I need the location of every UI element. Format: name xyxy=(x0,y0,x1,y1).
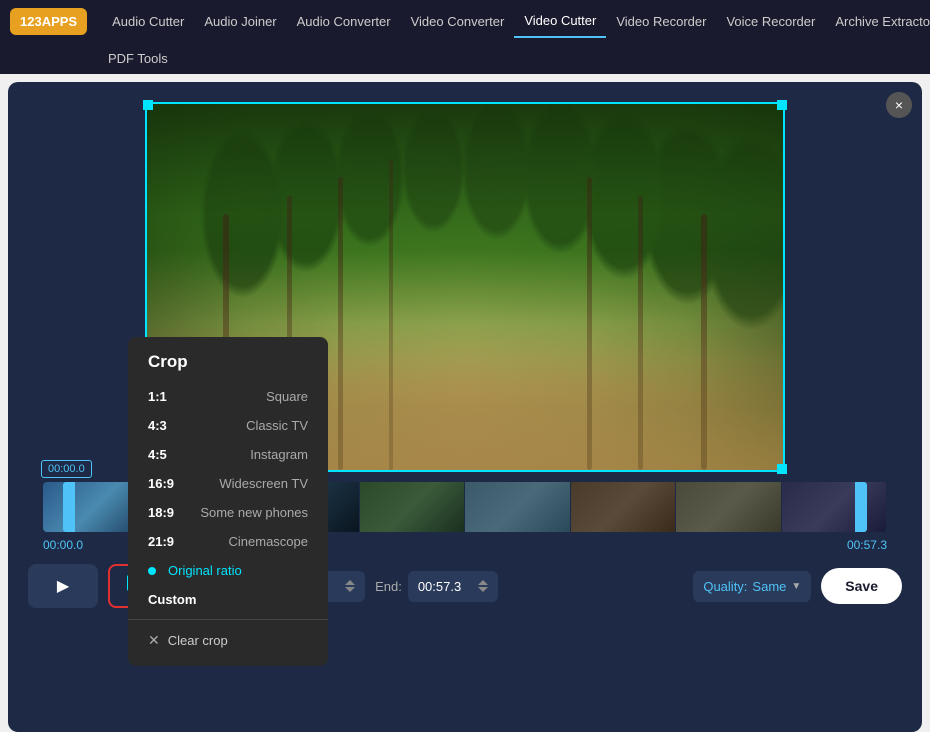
nav-video-cutter[interactable]: Video Cutter xyxy=(514,5,606,38)
crop-desc-square: Square xyxy=(266,389,308,404)
quality-label: Quality: xyxy=(703,579,747,594)
nav-video-converter[interactable]: Video Converter xyxy=(401,6,515,37)
crop-desc-widescreen: Widescreen TV xyxy=(219,476,308,491)
crop-ratio-16-9[interactable]: 16:9 Widescreen TV xyxy=(128,469,328,498)
menu-divider xyxy=(128,619,328,620)
end-time-control: End: 00:57.3 xyxy=(375,571,498,602)
crop-ratio-21-9[interactable]: 21:9 Cinemascope xyxy=(128,527,328,556)
start-decrement[interactable] xyxy=(345,587,355,592)
top-nav: 123APPS Audio Cutter Audio Joiner Audio … xyxy=(0,0,930,74)
quality-chevron-icon: ▼ xyxy=(791,581,801,592)
timeline-handle-right[interactable] xyxy=(855,482,867,532)
nav-audio-cutter[interactable]: Audio Cutter xyxy=(102,6,194,37)
timeline-end-time: 00:57.3 xyxy=(847,538,887,552)
crop-ratio-label-43: 4:3 xyxy=(148,418,167,433)
active-dot xyxy=(148,567,156,575)
end-time-value: 00:57.3 xyxy=(418,579,461,594)
crop-ratio-4-5[interactable]: 4:5 Instagram xyxy=(128,440,328,469)
start-spinners[interactable] xyxy=(345,580,355,592)
end-increment[interactable] xyxy=(478,580,488,585)
end-spinners[interactable] xyxy=(478,580,488,592)
thumb-seg-7 xyxy=(676,482,782,532)
nav-audio-joiner[interactable]: Audio Joiner xyxy=(194,6,286,37)
crop-custom[interactable]: Custom xyxy=(128,585,328,614)
nav-archive-extractor[interactable]: Archive Extractor xyxy=(825,6,930,37)
clear-crop-label: Clear crop xyxy=(168,633,228,648)
timeline-handle-left[interactable] xyxy=(63,482,75,532)
nav-pdf-tools[interactable]: PDF Tools xyxy=(98,43,178,74)
quality-dropdown[interactable]: Quality: Same ▼ xyxy=(693,571,811,602)
thumb-seg-4 xyxy=(360,482,466,532)
crop-ratio-label-45: 4:5 xyxy=(148,447,167,462)
save-button[interactable]: Save xyxy=(821,568,902,604)
crop-ratio-label-169: 16:9 xyxy=(148,476,174,491)
crop-menu: Crop 1:1 Square 4:3 Classic TV 4:5 Insta… xyxy=(128,337,328,666)
crop-ratio-label-219: 21:9 xyxy=(148,534,174,549)
crop-menu-title: Crop xyxy=(128,352,328,382)
thumb-seg-8 xyxy=(782,482,888,532)
crop-desc-classical: Classic TV xyxy=(246,418,308,433)
end-time-input[interactable]: 00:57.3 xyxy=(408,571,498,602)
main-container: × Crop 1:1 Square 4:3 xyxy=(8,82,922,732)
crop-ratio-18-9[interactable]: 18:9 Some new phones xyxy=(128,498,328,527)
quality-value: Same xyxy=(752,579,786,594)
clear-x-icon: ✕ xyxy=(148,632,160,649)
crop-ratio-label: 1:1 xyxy=(148,389,167,404)
current-time-badge: 00:00.0 xyxy=(41,460,92,478)
crop-ratio-label-189: 18:9 xyxy=(148,505,174,520)
play-icon: ▶ xyxy=(57,576,69,596)
play-button[interactable]: ▶ xyxy=(28,564,98,608)
nav-video-recorder[interactable]: Video Recorder xyxy=(606,6,716,37)
crop-ratio-1-1[interactable]: 1:1 Square xyxy=(128,382,328,411)
close-button[interactable]: × xyxy=(886,92,912,118)
nav-voice-recorder[interactable]: Voice Recorder xyxy=(716,6,825,37)
crop-desc-instagram: Instagram xyxy=(250,447,308,462)
end-decrement[interactable] xyxy=(478,587,488,592)
start-increment[interactable] xyxy=(345,580,355,585)
crop-handle-br[interactable] xyxy=(777,464,787,474)
timeline-start-time: 00:00.0 xyxy=(43,538,83,552)
crop-custom-label: Custom xyxy=(148,592,196,607)
crop-ratio-original[interactable]: Original ratio xyxy=(128,556,328,585)
nav-row2: PDF Tools xyxy=(10,43,920,74)
crop-handle-tr[interactable] xyxy=(777,100,787,110)
end-label: End: xyxy=(375,579,402,594)
nav-row1: 123APPS Audio Cutter Audio Joiner Audio … xyxy=(10,0,930,43)
thumb-seg-5 xyxy=(465,482,571,532)
crop-original-label: Original ratio xyxy=(168,563,242,578)
nav-audio-converter[interactable]: Audio Converter xyxy=(287,6,401,37)
crop-handle-tl[interactable] xyxy=(143,100,153,110)
crop-desc-cinema: Cinemascope xyxy=(229,534,309,549)
app-logo[interactable]: 123APPS xyxy=(10,8,87,35)
crop-ratio-4-3[interactable]: 4:3 Classic TV xyxy=(128,411,328,440)
thumb-seg-6 xyxy=(571,482,677,532)
quality-control: Quality: Same ▼ xyxy=(693,571,811,602)
clear-crop-btn[interactable]: ✕ Clear crop xyxy=(128,625,328,656)
crop-desc-phones: Some new phones xyxy=(200,505,308,520)
